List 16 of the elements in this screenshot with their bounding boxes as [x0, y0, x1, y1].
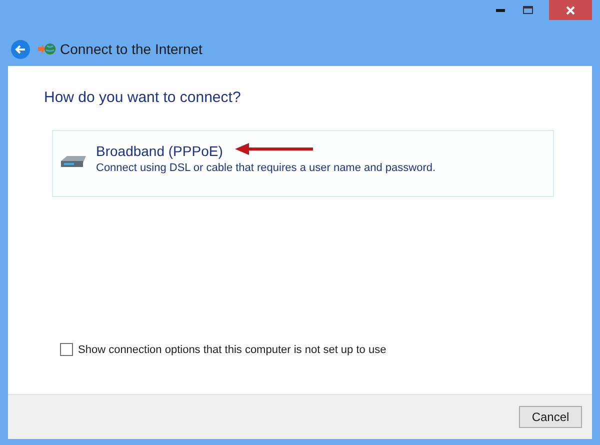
globe-icon [38, 42, 56, 56]
option-title: Broadband (PPPoE) [96, 142, 223, 160]
back-button[interactable] [11, 40, 30, 58]
window-title: Connect to the Internet [60, 40, 202, 58]
checkbox[interactable] [60, 343, 73, 356]
modem-icon [59, 154, 88, 168]
minimize-icon [496, 8, 504, 12]
page-heading: How do you want to connect? [44, 88, 242, 108]
option-description: Connect using DSL or cable that requires a user name and password. [96, 160, 436, 174]
checkbox-label: Show connection options that this computer is not set up to use [78, 342, 386, 358]
maximize-icon [523, 6, 533, 14]
cancel-button[interactable]: Cancel [519, 406, 582, 428]
connection-option[interactable]: Broadband (PPPoE) Connect using DSL or cable that requires a user name and password. [52, 130, 554, 196]
back-arrow-icon [15, 44, 26, 54]
close-button[interactable] [549, 0, 592, 20]
close-icon [566, 6, 575, 14]
